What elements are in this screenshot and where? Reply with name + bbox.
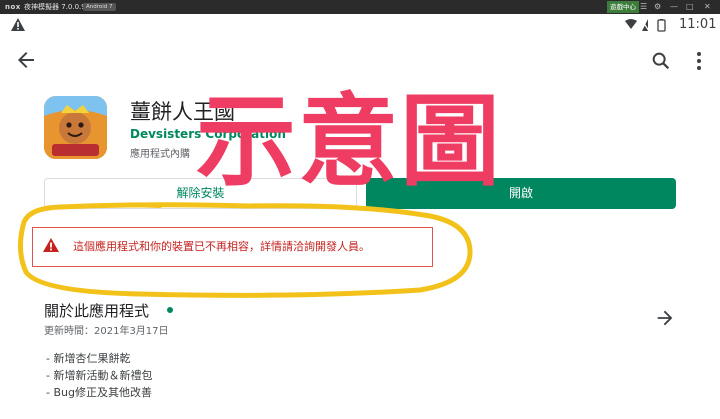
app-title: 薑餅人王國 xyxy=(130,100,235,124)
list-item: - Bug修正及其他改善 xyxy=(46,386,152,399)
emulator-gear-icon[interactable]: ⚙ xyxy=(654,0,661,14)
game-center-button[interactable]: 遊戲中心 xyxy=(607,1,639,13)
new-dot-indicator xyxy=(167,307,173,313)
emulator-close-icon[interactable]: ✕ xyxy=(704,0,711,14)
app-icon xyxy=(44,96,107,159)
emulator-title-bar: nox 夜神模擬器 7.0.0.9 Android 7 遊戲中心 ☰ ⚙ — □… xyxy=(0,0,720,14)
incompatibility-warning: 這個應用程式和你的裝置已不再相容，詳情請洽詢開發人員。 xyxy=(32,227,433,267)
android-status-bar: 11:01 xyxy=(0,14,720,36)
warning-icon xyxy=(43,238,59,252)
warning-notification-icon xyxy=(11,18,25,31)
more-options-icon[interactable] xyxy=(692,49,706,73)
open-button[interactable]: 開啟 xyxy=(366,178,676,209)
whats-new-list: - 新增杏仁果餅乾 - 新增新活動＆新禮包 - Bug修正及其他改善 xyxy=(46,350,152,401)
emulator-maximize-icon[interactable]: □ xyxy=(686,0,694,14)
status-icons xyxy=(625,18,666,32)
search-icon[interactable] xyxy=(650,50,672,72)
warning-message: 這個應用程式和你的裝置已不再相容，詳情請洽詢開發人員。 xyxy=(73,240,370,253)
updated-date: 更新時間：2021年3月17日 xyxy=(44,326,169,337)
developer-link[interactable]: Devsisters Corporation xyxy=(130,127,286,141)
about-app-heading[interactable]: 關於此應用程式 xyxy=(44,300,149,321)
emulator-settings-icon[interactable]: ☰ xyxy=(640,0,647,14)
list-item: - 新增新活動＆新禮包 xyxy=(46,369,153,382)
sample-stamp-text: 示意圖 xyxy=(196,83,502,200)
emulator-minimize-icon[interactable]: — xyxy=(670,0,678,14)
forward-arrow-icon[interactable] xyxy=(654,307,676,329)
back-arrow-icon[interactable] xyxy=(14,48,38,72)
status-time: 11:01 xyxy=(679,17,717,32)
uninstall-button[interactable]: 解除安裝 xyxy=(44,178,357,209)
android-version-badge: Android 7 xyxy=(83,3,116,11)
wifi-icon xyxy=(625,19,637,29)
emulator-logo: nox xyxy=(5,3,21,11)
in-app-purchase-label: 應用程式內購 xyxy=(130,149,190,160)
battery-icon xyxy=(657,19,666,32)
list-item: - 新增杏仁果餅乾 xyxy=(46,352,131,365)
emulator-title: 夜神模擬器 7.0.0.9 xyxy=(24,3,86,11)
